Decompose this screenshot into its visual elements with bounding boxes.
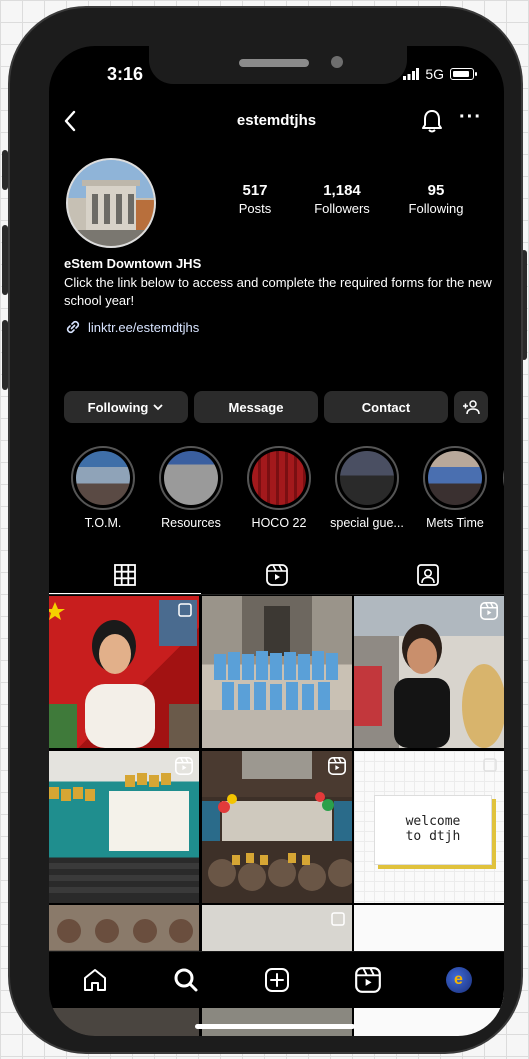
tab-grid[interactable] <box>49 556 201 594</box>
signal-icon <box>403 68 420 80</box>
nav-profile[interactable]: e <box>439 960 479 1000</box>
post-thumbnail[interactable] <box>201 750 352 903</box>
stat-label: Following <box>408 201 464 216</box>
speaker <box>239 59 309 67</box>
highlight-tom[interactable]: T.O.M. <box>63 446 143 530</box>
highlight-cover <box>164 451 218 505</box>
stat-label: Posts <box>238 201 272 216</box>
more-options-icon[interactable]: ··· <box>459 106 482 129</box>
highlight-ring <box>71 446 135 510</box>
nav-home[interactable] <box>75 960 115 1000</box>
grid-icon <box>113 563 136 586</box>
reels-icon <box>327 756 346 775</box>
profile-bio: Click the link below to access and compl… <box>64 275 492 308</box>
network-label: 5G <box>425 66 444 82</box>
highlight-hoco22[interactable]: HOCO 22 <box>239 446 319 530</box>
story-highlights: T.O.M. Resources HOCO 22 special gue... … <box>63 446 504 530</box>
highlight-resources[interactable]: Resources <box>151 446 231 530</box>
highlight-label: Mets Time <box>426 516 484 530</box>
tab-tagged[interactable] <box>352 556 504 594</box>
message-button[interactable]: Message <box>194 391 318 423</box>
highlight-cover <box>76 451 130 505</box>
post-image <box>213 596 338 710</box>
reels-icon <box>354 967 381 993</box>
multiple-posts-icon <box>330 912 345 926</box>
building-photo <box>68 160 154 246</box>
chevron-down-icon <box>153 404 163 411</box>
suggested-users-button[interactable] <box>454 391 488 423</box>
following-button[interactable]: Following <box>64 391 188 423</box>
contact-button[interactable]: Contact <box>324 391 448 423</box>
add-person-icon <box>463 400 480 415</box>
following-label: Following <box>87 399 149 415</box>
multiple-posts-icon <box>178 603 192 617</box>
nav-search[interactable] <box>166 960 206 1000</box>
welcome-line-2: to dtjh <box>405 828 461 844</box>
stat-value: 1,184 <box>323 182 361 199</box>
welcome-text: welcome to dtjh <box>375 814 491 844</box>
highlight-ring <box>159 446 223 510</box>
stat-following[interactable]: 95 Following <box>391 182 481 216</box>
home-indicator <box>195 1024 355 1029</box>
profile-actions: Following Message Contact <box>64 391 488 423</box>
highlight-ring <box>423 446 487 510</box>
notch <box>149 46 407 84</box>
highlight-label: special gue... <box>330 516 404 530</box>
post-image <box>49 600 199 748</box>
stat-label: Followers <box>314 201 370 216</box>
profile-link[interactable]: linktr.ee/estemdtjhs <box>64 318 199 336</box>
tab-reels[interactable] <box>201 556 353 594</box>
tagged-icon <box>417 564 440 586</box>
highlight-cover <box>428 451 482 505</box>
status-time: 3:16 <box>107 64 144 84</box>
highlight-cover <box>340 451 394 505</box>
top-bar: estemdtjhs ··· <box>49 106 504 136</box>
stat-value: 517 <box>242 182 268 199</box>
highlight-ring <box>335 446 399 510</box>
phone-frame: 3:16 5G estemdtjhs ··· 517 Posts 1,184 F… <box>8 6 523 1054</box>
nav-reels[interactable] <box>348 960 388 1000</box>
post-thumbnail[interactable] <box>49 596 199 748</box>
highlight-ring <box>503 446 504 510</box>
profile-stats: 517 Posts 1,184 Followers 95 Following <box>217 182 481 216</box>
reels-icon <box>480 602 498 620</box>
stat-posts[interactable]: 517 Posts <box>217 182 293 216</box>
profile-tabs <box>49 556 504 595</box>
reels-icon <box>175 756 193 775</box>
highlight-label: w <box>503 516 504 530</box>
reels-icon <box>265 564 288 586</box>
stat-value: 95 <box>427 182 445 199</box>
highlight-ring <box>247 446 311 510</box>
post-thumbnail[interactable] <box>201 596 352 748</box>
highlight-special-guests[interactable]: special gue... <box>327 446 407 530</box>
profile-display-name: eStem Downtown JHS <box>64 256 202 271</box>
profile-avatar[interactable] <box>66 158 156 248</box>
home-icon <box>83 969 106 991</box>
highlight-mets-time[interactable]: Mets Time <box>415 446 495 530</box>
multiple-posts-icon <box>483 757 497 772</box>
profile-avatar-icon: e <box>445 967 472 993</box>
search-icon <box>174 968 197 992</box>
highlight-more[interactable]: w <box>503 446 504 530</box>
highlight-cover <box>252 451 306 505</box>
status-icons: 5G <box>403 66 477 82</box>
screen: 3:16 5G estemdtjhs ··· 517 Posts 1,184 F… <box>49 46 504 1036</box>
highlight-label: HOCO 22 <box>251 516 307 530</box>
stat-followers[interactable]: 1,184 Followers <box>293 182 391 216</box>
welcome-card: welcome to dtjh <box>374 794 492 865</box>
profile-link-text: linktr.ee/estemdtjhs <box>88 319 200 335</box>
battery-icon <box>450 68 477 80</box>
create-post-icon <box>264 968 289 992</box>
post-thumbnail[interactable] <box>354 596 504 748</box>
bottom-nav: e <box>49 951 504 1008</box>
nav-create[interactable] <box>257 960 297 1000</box>
post-thumbnail[interactable] <box>49 750 199 903</box>
highlight-label: Resources <box>161 516 221 530</box>
link-icon <box>66 320 80 334</box>
highlight-label: T.O.M. <box>84 516 122 530</box>
welcome-line-1: welcome <box>405 813 461 829</box>
post-thumbnail[interactable]: welcome to dtjh <box>354 750 504 903</box>
front-camera <box>331 56 343 68</box>
bell-icon[interactable] <box>420 108 444 134</box>
